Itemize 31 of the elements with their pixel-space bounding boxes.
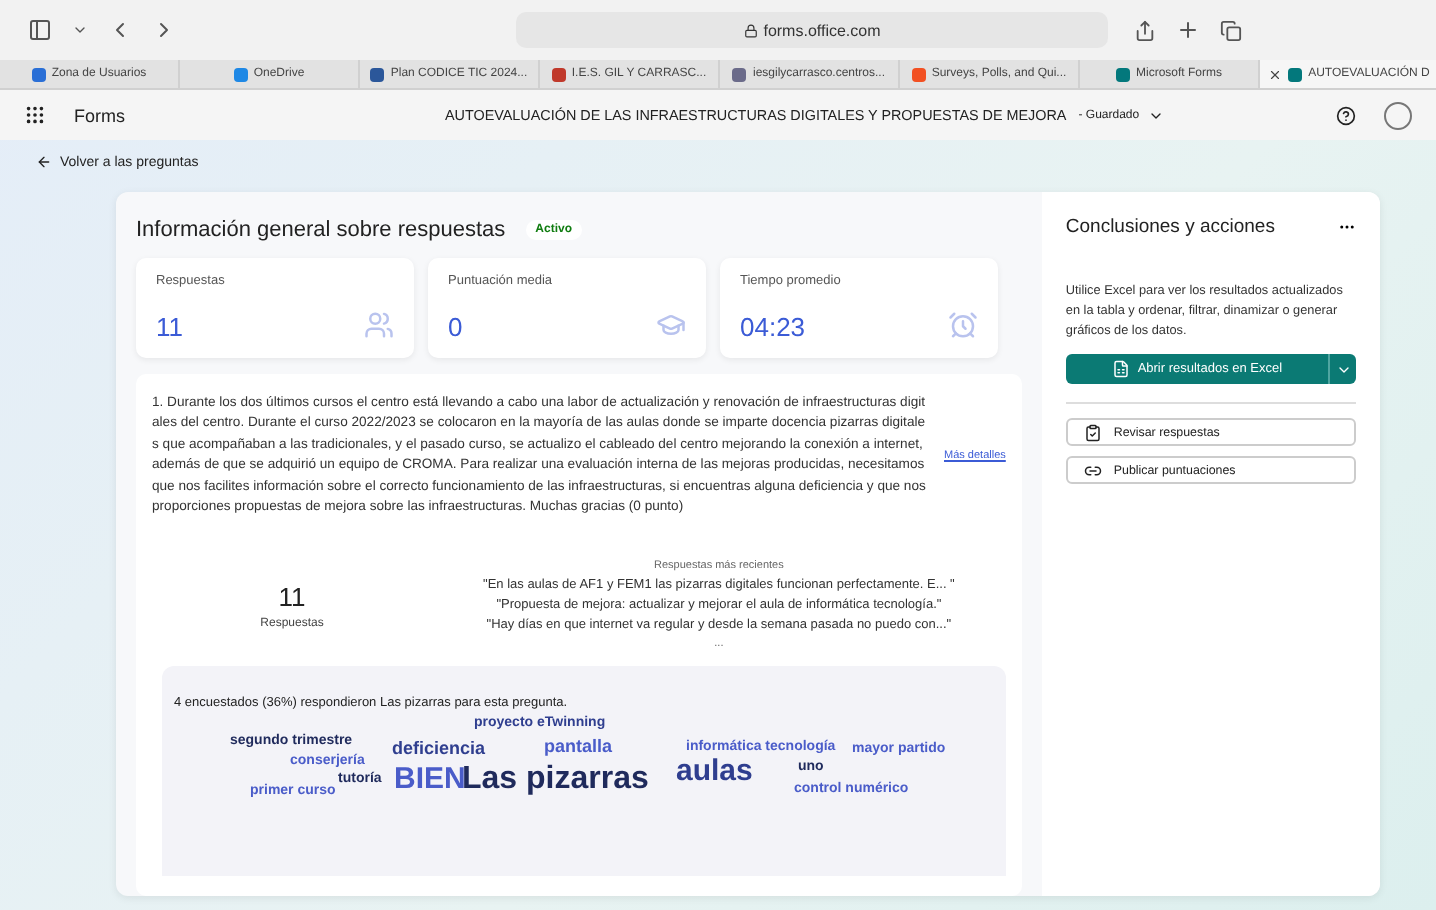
new-tab-icon[interactable] bbox=[1176, 18, 1200, 42]
graduation-cap-icon bbox=[656, 310, 686, 340]
avatar[interactable] bbox=[1384, 101, 1412, 129]
lock-icon bbox=[743, 23, 758, 37]
tabs-icon[interactable] bbox=[1220, 19, 1242, 41]
help-icon[interactable] bbox=[1336, 105, 1356, 125]
share-icon[interactable] bbox=[1134, 19, 1156, 41]
stat-value: 04:23 bbox=[740, 312, 806, 342]
app-name: Forms bbox=[74, 105, 125, 125]
side-title: Conclusiones y acciones bbox=[1065, 216, 1275, 238]
section-title: Información general sobre respuestas bbox=[136, 218, 506, 242]
clipboard-icon bbox=[1083, 423, 1102, 441]
arrow-left-icon bbox=[36, 154, 52, 170]
app-launcher-icon[interactable] bbox=[24, 104, 46, 126]
stat-value: 11 bbox=[156, 312, 183, 342]
stat-value: 0 bbox=[448, 312, 463, 342]
people-icon bbox=[364, 310, 394, 340]
address-bar[interactable]: forms.office.com bbox=[516, 12, 1108, 48]
alarm-clock-icon bbox=[948, 310, 978, 340]
cloud-word: pantalla bbox=[544, 738, 613, 757]
close-icon[interactable] bbox=[1268, 67, 1283, 81]
cloud-word: aulas bbox=[676, 756, 753, 787]
cloud-word: deficiencia bbox=[392, 740, 486, 759]
cloud-word: BIEN bbox=[394, 764, 466, 795]
sidebar-icon[interactable] bbox=[28, 18, 52, 42]
response-count: 11 bbox=[278, 581, 306, 612]
dropdown-button[interactable] bbox=[1328, 354, 1356, 384]
cloud-word: Las pizarras bbox=[462, 764, 649, 797]
link-icon bbox=[1083, 461, 1102, 479]
spreadsheet-icon bbox=[1111, 360, 1130, 378]
chevron-down-icon[interactable] bbox=[72, 22, 88, 38]
